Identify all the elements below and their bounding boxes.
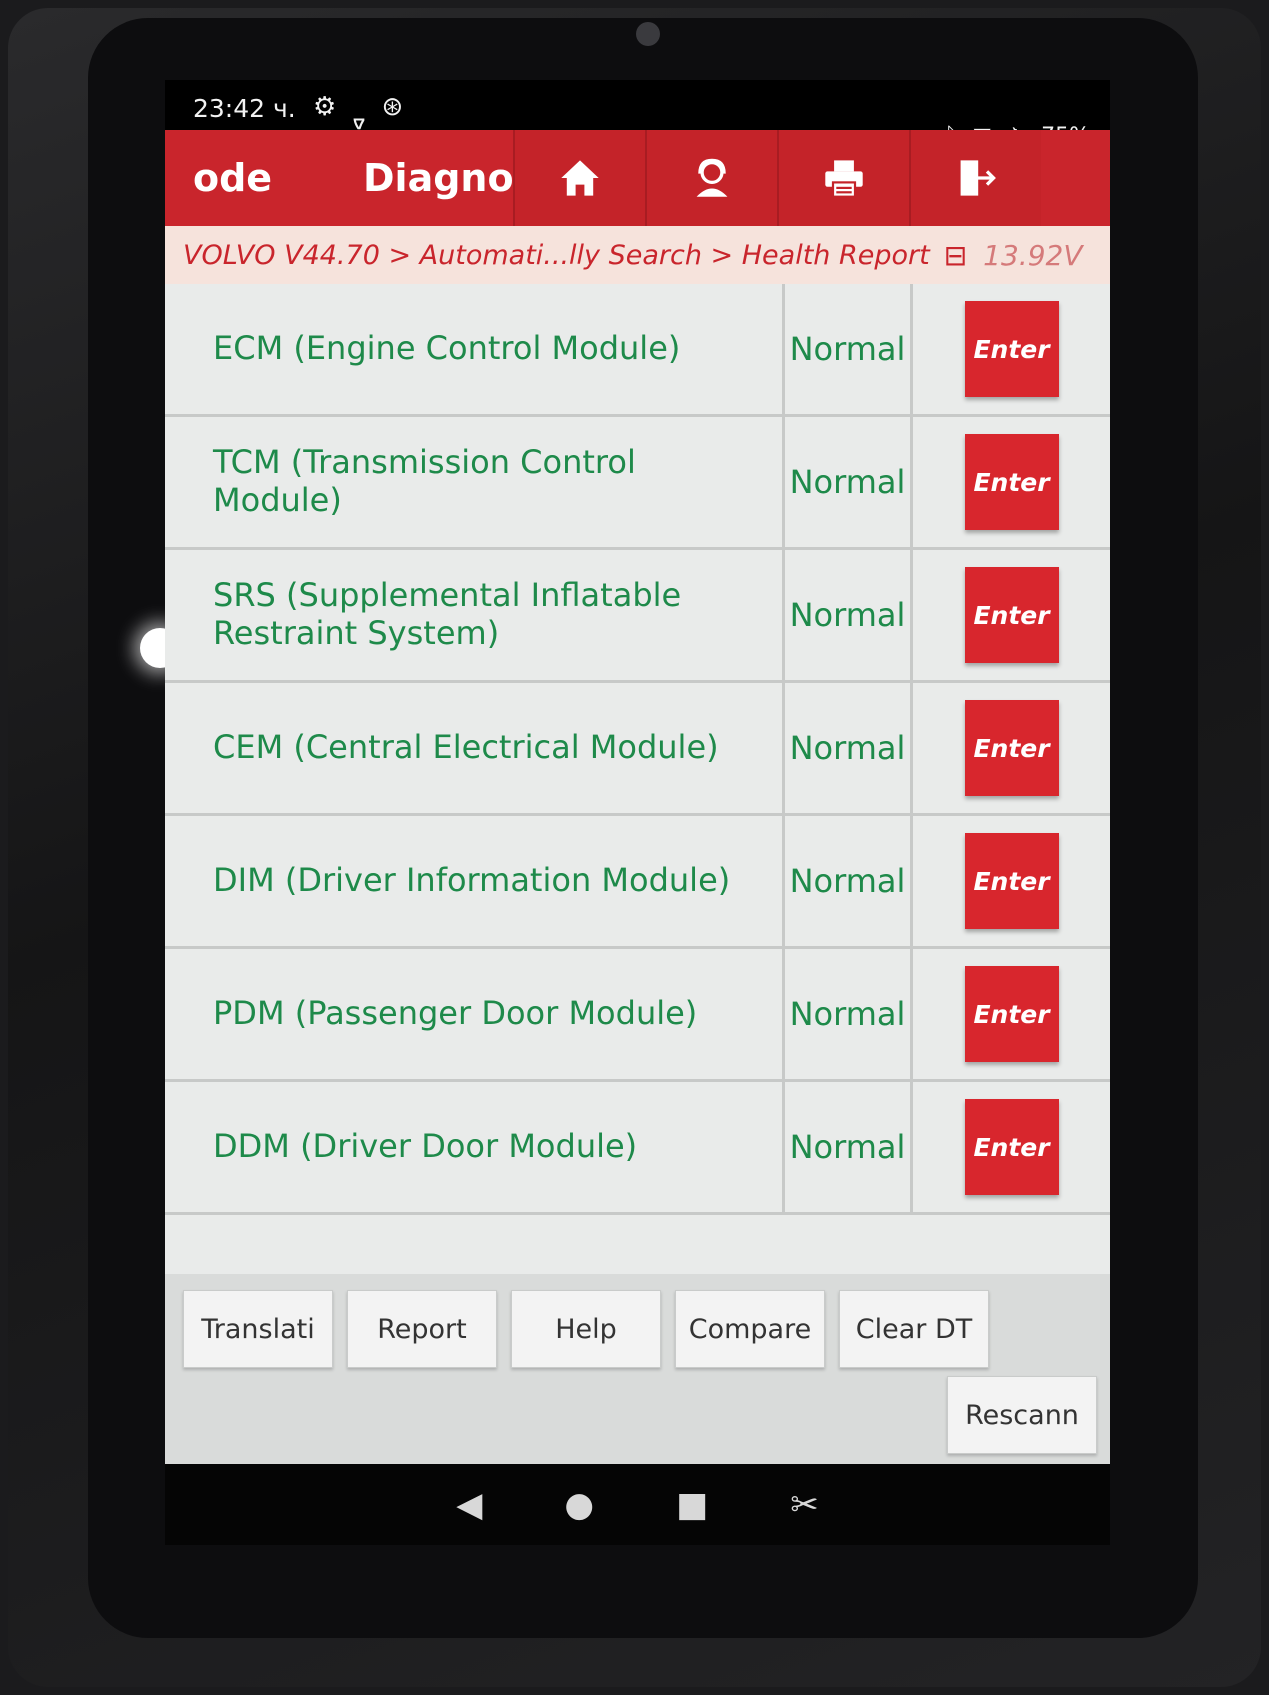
recents-icon[interactable]: ■ (676, 1485, 708, 1525)
module-status: Normal (785, 417, 913, 547)
module-name: CEM (Central Electrical Module) (165, 683, 785, 813)
module-list: ECM (Engine Control Module) Normal Enter… (165, 284, 1110, 1274)
support-button[interactable] (645, 130, 777, 226)
module-name: DIM (Driver Information Module) (165, 816, 785, 946)
android-nav-bar: ◀ ● ■ ✂ (165, 1464, 1110, 1545)
support-icon (696, 158, 728, 197)
module-name: PDM (Passenger Door Module) (165, 949, 785, 1079)
module-action-cell: Enter (913, 550, 1110, 680)
module-action-cell: Enter (913, 683, 1110, 813)
exit-button[interactable] (909, 130, 1041, 226)
module-action-cell: Enter (913, 816, 1110, 946)
status-time: 23:42 ч. (193, 94, 296, 123)
table-row: PDM (Passenger Door Module) Normal Enter (165, 949, 1110, 1082)
table-row: DIM (Driver Information Module) Normal E… (165, 816, 1110, 949)
report-button[interactable]: Report (347, 1290, 497, 1368)
print-icon (825, 160, 863, 198)
module-action-cell: Enter (913, 284, 1110, 414)
enter-button[interactable]: Enter (964, 434, 1059, 530)
exit-icon (960, 160, 996, 196)
module-status: Normal (785, 949, 913, 1079)
action-button-bar: Translati Report Help Compare Clear DT R… (165, 1274, 1110, 1464)
enter-button[interactable]: Enter (964, 301, 1059, 397)
table-row: CEM (Central Electrical Module) Normal E… (165, 683, 1110, 816)
table-row: SRS (Supplemental Inflatable Restraint S… (165, 550, 1110, 683)
status-bar: 23:42 ч. ⚙ ᢦ ⊛ ᛒ ▽ ✈ 75% (165, 80, 1110, 149)
module-name: SRS (Supplemental Inflatable Restraint S… (165, 550, 785, 680)
breadcrumb-path: VOLVO V44.70 > Automati...lly Search > H… (183, 239, 930, 271)
module-status: Normal (785, 284, 913, 414)
voltage-readout: 13.92V (983, 238, 1083, 272)
clear-dtc-button[interactable]: Clear DT (839, 1290, 989, 1368)
enter-button[interactable]: Enter (964, 833, 1059, 929)
table-row: TCM (Transmission Control Module) Normal… (165, 417, 1110, 550)
table-row: ECM (Engine Control Module) Normal Enter (165, 284, 1110, 417)
home-icon (561, 160, 599, 196)
table-row: DDM (Driver Door Module) Normal Enter (165, 1082, 1110, 1215)
module-action-cell: Enter (913, 1082, 1110, 1212)
module-status: Normal (785, 550, 913, 680)
help-button[interactable]: Help (511, 1290, 661, 1368)
module-name: TCM (Transmission Control Module) (165, 417, 785, 547)
translate-button[interactable]: Translati (183, 1290, 333, 1368)
module-action-cell: Enter (913, 417, 1110, 547)
module-action-cell: Enter (913, 949, 1110, 1079)
enter-button[interactable]: Enter (964, 1099, 1059, 1195)
screenshot-icon[interactable]: ✂ (790, 1485, 819, 1525)
app-header: ode Diagnos (165, 130, 1110, 226)
print-button[interactable] (777, 130, 909, 226)
rescan-button[interactable]: Rescann (947, 1376, 1097, 1454)
module-status: Normal (785, 816, 913, 946)
home-button[interactable] (513, 130, 645, 226)
home-circle-icon[interactable]: ● (564, 1485, 594, 1525)
module-name: ECM (Engine Control Module) (165, 284, 785, 414)
module-status: Normal (785, 1082, 913, 1212)
camera-icon (636, 22, 660, 46)
enter-button[interactable]: Enter (964, 966, 1059, 1062)
action-button-row: Translati Report Help Compare Clear DT (183, 1290, 989, 1368)
enter-button[interactable]: Enter (964, 567, 1059, 663)
module-status: Normal (785, 683, 913, 813)
tab-code[interactable]: ode (165, 156, 343, 200)
device-screen: 23:42 ч. ⚙ ᢦ ⊛ ᛒ ▽ ✈ 75% ode Diagnos VOL… (165, 80, 1110, 1545)
tab-diagnose[interactable]: Diagnos (343, 156, 513, 200)
module-name: DDM (Driver Door Module) (165, 1082, 785, 1212)
breadcrumb: VOLVO V44.70 > Automati...lly Search > H… (165, 226, 1110, 284)
battery-icon: ⊟ (943, 238, 968, 272)
back-icon[interactable]: ◀ (456, 1485, 482, 1525)
enter-button[interactable]: Enter (964, 700, 1059, 796)
compare-button[interactable]: Compare (675, 1290, 825, 1368)
